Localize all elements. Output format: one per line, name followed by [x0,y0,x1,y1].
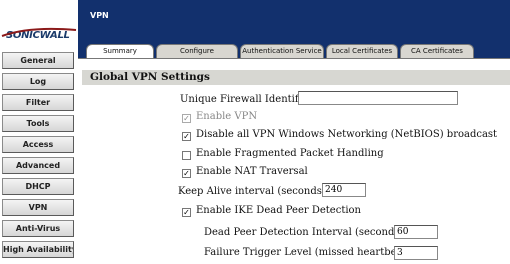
section-title: Global VPN Settings [90,71,210,83]
enable-nat-traversal-label: Enable NAT Traversal [196,166,308,177]
failure-trigger-label: Failure Trigger Level (missed heartbeats… [204,247,416,258]
tab-summary[interactable]: Summary [86,44,154,59]
tab-ca-certificates[interactable]: CA Certificates [400,44,474,58]
enable-ike-dpd-checkbox[interactable]: ✓ [182,208,191,217]
sidebar-item-filter[interactable]: Filter [2,94,74,111]
sidebar-item-anti-virus[interactable]: Anti-Virus [2,220,74,237]
sidebar-item-access[interactable]: Access [2,136,74,153]
page-title: VPN [90,11,109,20]
main-content: Global VPN Settings Unique Firewall Iden… [78,58,510,264]
enable-ike-dpd-label: Enable IKE Dead Peer Detection [196,205,361,216]
enable-vpn-checkbox[interactable]: ✓ [182,114,191,123]
enable-nat-traversal-checkbox[interactable]: ✓ [182,169,191,178]
disable-netbios-label: Disable all VPN Windows Networking (NetB… [196,129,498,140]
dpd-interval-label: Dead Peer Detection Interval (seconds) [204,227,404,238]
disable-netbios-checkbox[interactable]: ✓ [182,132,191,141]
sidebar-item-vpn[interactable]: VPN [2,199,74,216]
unique-firewall-identifier-input[interactable] [298,91,458,105]
keep-alive-label: Keep Alive interval (seconds) [178,186,326,197]
sidebar-item-tools[interactable]: Tools [2,115,74,132]
enable-fragmented-label: Enable Fragmented Packet Handling [196,148,384,159]
header-bar: VPN Summary Configure Authentication Ser… [78,0,510,59]
tab-configure[interactable]: Configure [156,44,238,58]
unique-firewall-identifier-label: Unique Firewall Identifier [180,94,313,105]
logo-swoosh-icon [1,27,77,37]
sidebar-item-advanced[interactable]: Advanced [2,157,74,174]
sidebar-item-dhcp[interactable]: DHCP [2,178,74,195]
sidebar-item-high-availability[interactable]: High Availability [2,241,74,258]
tab-authentication-service[interactable]: Authentication Service [240,44,324,58]
tab-local-certificates[interactable]: Local Certificates [326,44,398,58]
keep-alive-input[interactable]: 240 [322,183,366,197]
enable-vpn-label: Enable VPN [196,111,258,122]
sidebar-item-general[interactable]: General [2,52,74,69]
section-header: Global VPN Settings [82,70,510,85]
failure-trigger-input[interactable]: 3 [394,246,438,260]
dpd-interval-input[interactable]: 60 [394,225,438,239]
enable-fragmented-checkbox[interactable] [182,151,191,160]
sidebar: SONICWALL General Log Filter Tools Acces… [0,0,78,264]
sidebar-item-log[interactable]: Log [2,73,74,90]
